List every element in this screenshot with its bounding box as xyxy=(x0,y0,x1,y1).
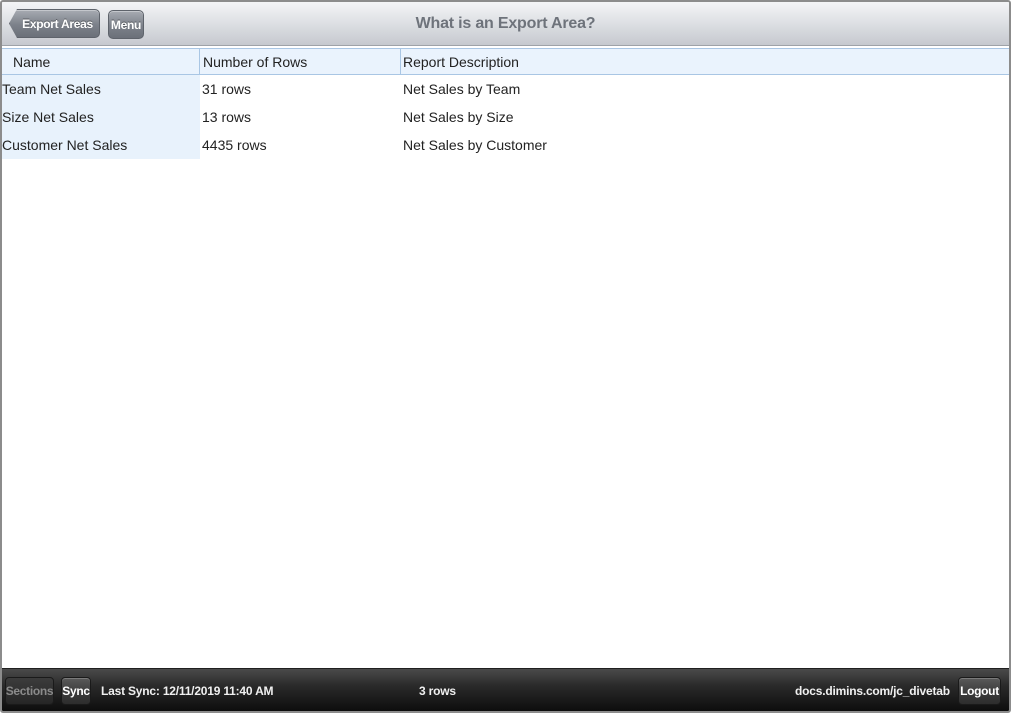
last-sync-status: Last Sync: 12/11/2019 11:40 AM xyxy=(101,684,274,698)
table-row[interactable]: Size Net Sales 13 rows Net Sales by Size xyxy=(2,103,1009,131)
export-areas-back-button[interactable]: Export Areas xyxy=(9,9,100,38)
table-header: Name Number of Rows Report Description xyxy=(2,48,1009,75)
column-header-report-description[interactable]: Report Description xyxy=(401,49,1009,74)
sync-button[interactable]: Sync xyxy=(61,677,91,705)
cell-number-of-rows: 13 rows xyxy=(202,109,252,125)
column-header-name[interactable]: Name xyxy=(2,49,200,74)
app-window: Export Areas Menu What is an Export Area… xyxy=(0,0,1011,713)
bottom-toolbar: Sections Sync Last Sync: 12/11/2019 11:4… xyxy=(2,668,1009,711)
cell-number-of-rows: 31 rows xyxy=(202,81,252,97)
cell-number-of-rows: 4435 rows xyxy=(202,137,267,153)
cell-report-description: Net Sales by Customer xyxy=(403,137,547,153)
top-toolbar: Export Areas Menu What is an Export Area… xyxy=(2,2,1009,46)
column-header-number-of-rows[interactable]: Number of Rows xyxy=(200,49,401,74)
logout-button[interactable]: Logout xyxy=(958,677,1001,705)
cell-name: Size Net Sales xyxy=(2,103,200,131)
table-row[interactable]: Customer Net Sales 4435 rows Net Sales b… xyxy=(2,131,1009,159)
cell-name: Customer Net Sales xyxy=(2,131,200,159)
sections-button[interactable]: Sections xyxy=(5,677,54,705)
cell-report-description: Net Sales by Size xyxy=(403,109,514,125)
page-title: What is an Export Area? xyxy=(415,15,596,32)
server-url: docs.dimins.com/jc_divetab xyxy=(795,684,950,698)
menu-button[interactable]: Menu xyxy=(108,10,144,39)
table-row[interactable]: Team Net Sales 31 rows Net Sales by Team xyxy=(2,75,1009,103)
cell-report-description: Net Sales by Team xyxy=(403,81,521,97)
cell-name: Team Net Sales xyxy=(2,75,200,103)
row-count: 3 rows xyxy=(419,684,456,698)
export-areas-table: Name Number of Rows Report Description T… xyxy=(2,48,1009,159)
